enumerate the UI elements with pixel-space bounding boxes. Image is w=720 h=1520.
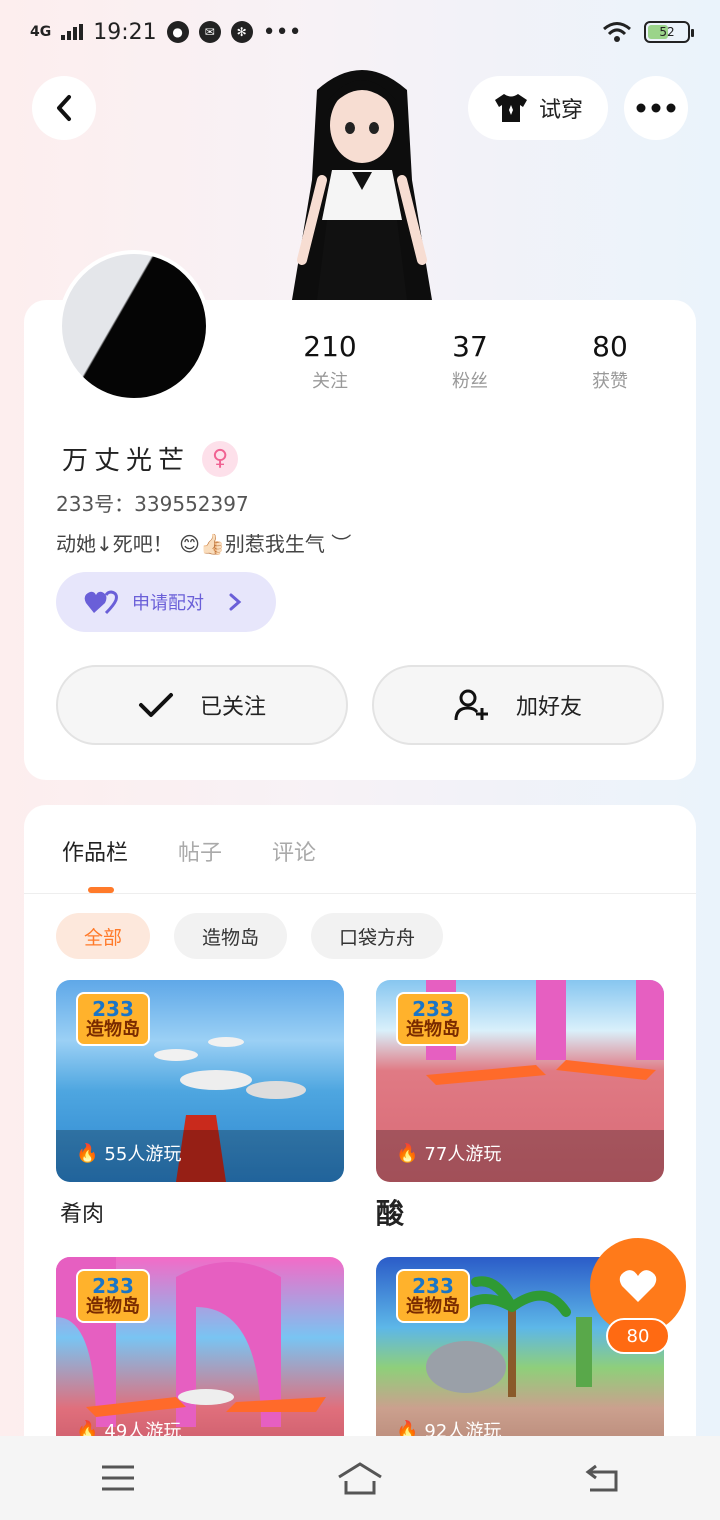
filter-chips: 全部 造物岛 口袋方舟	[56, 913, 444, 959]
chevron-right-icon	[229, 593, 242, 611]
fan-notification-icon: ✻	[230, 21, 253, 43]
tabs-divider	[24, 893, 696, 894]
game-logo-4: 233 造物岛	[396, 1269, 470, 1323]
clock: 19:21	[93, 19, 157, 45]
more-notifications-icon: •••	[262, 19, 302, 45]
bio: 动她↓死吧！ 😊👍🏻别惹我生气 ︶	[56, 532, 352, 556]
add-user-icon	[454, 689, 488, 721]
add-friend-button[interactable]: 加好友	[372, 665, 664, 745]
add-friend-label: 加好友	[515, 695, 582, 720]
tshirt-icon	[494, 94, 527, 122]
try-on-label: 试穿	[538, 98, 583, 123]
followers-label: 粉丝	[452, 371, 488, 392]
avatar-3d-figure	[292, 70, 432, 300]
followers-count: 37	[452, 330, 488, 363]
female-icon: ♀	[202, 440, 239, 477]
likes-count: 80	[592, 330, 628, 363]
game-card-2[interactable]: 233 造物岛 🔥 77人游玩	[376, 980, 664, 1182]
battery-level: 52	[659, 25, 675, 39]
following-button[interactable]: 已关注	[56, 665, 348, 745]
chip-creation-island[interactable]: 造物岛	[174, 913, 288, 959]
game-title-1[interactable]: 肴肉	[60, 1196, 104, 1228]
menu-icon[interactable]	[100, 1464, 136, 1492]
stat-followers[interactable]: 37 粉丝	[400, 330, 540, 393]
status-bar: 4G 19:21 ● ✉ ✻ ••• 52	[0, 0, 720, 64]
tab-comments[interactable]: 评论	[272, 835, 316, 867]
game-title-2[interactable]: 酸	[376, 1192, 404, 1232]
chip-pocket-ark[interactable]: 口袋方舟	[311, 913, 444, 959]
profile-stats: 210 关注 37 粉丝 80 获赞	[260, 330, 680, 393]
following-label: 关注	[312, 371, 348, 392]
avatar[interactable]	[58, 250, 210, 402]
home-icon[interactable]	[336, 1461, 384, 1495]
more-dots-icon	[636, 103, 676, 113]
account-id: 233号：339552397	[56, 492, 249, 516]
works-tabs: 作品栏 帖子 评论	[62, 835, 316, 867]
apply-pair-label: 申请配对	[132, 593, 204, 614]
tab-posts[interactable]: 帖子	[178, 835, 222, 867]
game-logo-2: 233 造物岛	[396, 992, 470, 1046]
more-button[interactable]	[624, 76, 688, 140]
chevron-left-icon	[57, 95, 71, 121]
likes-label: 获赞	[592, 371, 628, 392]
app-notification-icon: ●	[166, 21, 189, 43]
play-count-2: 🔥 77人游玩	[396, 1142, 502, 1166]
network-indicator: 4G	[30, 24, 52, 40]
stat-following[interactable]: 210 关注	[260, 330, 400, 393]
flame-icon: 🔥	[396, 1142, 419, 1164]
chip-all[interactable]: 全部	[56, 913, 151, 959]
back-nav-icon[interactable]	[584, 1464, 620, 1492]
username-row: 万丈光芒 ♀	[62, 440, 239, 477]
game-card-1[interactable]: 233 造物岛 🔥 55人游玩	[56, 980, 344, 1182]
username: 万丈光芒	[62, 446, 191, 476]
following-count: 210	[303, 330, 357, 363]
stat-likes[interactable]: 80 获赞	[540, 330, 680, 393]
heart-icon	[619, 1270, 657, 1302]
following-label: 已关注	[199, 695, 266, 720]
check-icon	[138, 693, 173, 717]
battery-icon: 52	[644, 21, 694, 43]
like-count: 80	[606, 1318, 670, 1354]
system-nav-bar	[0, 1436, 720, 1520]
apply-pair-button[interactable]: 申请配对	[56, 572, 276, 632]
wifi-icon	[603, 22, 631, 42]
play-count-1: 🔥 55人游玩	[76, 1142, 182, 1166]
tab-works[interactable]: 作品栏	[62, 835, 128, 867]
back-button[interactable]	[32, 76, 96, 140]
try-on-button[interactable]: 试穿	[468, 76, 608, 140]
signal-icon	[61, 24, 84, 40]
game-logo-3: 233 造物岛	[76, 1269, 150, 1323]
game-card-3[interactable]: 233 造物岛 🔥 49人游玩	[56, 1257, 344, 1459]
double-heart-icon	[84, 590, 118, 615]
flame-icon: 🔥	[76, 1142, 99, 1164]
mail-notification-icon: ✉	[198, 21, 221, 43]
game-logo-1: 233 造物岛	[76, 992, 150, 1046]
